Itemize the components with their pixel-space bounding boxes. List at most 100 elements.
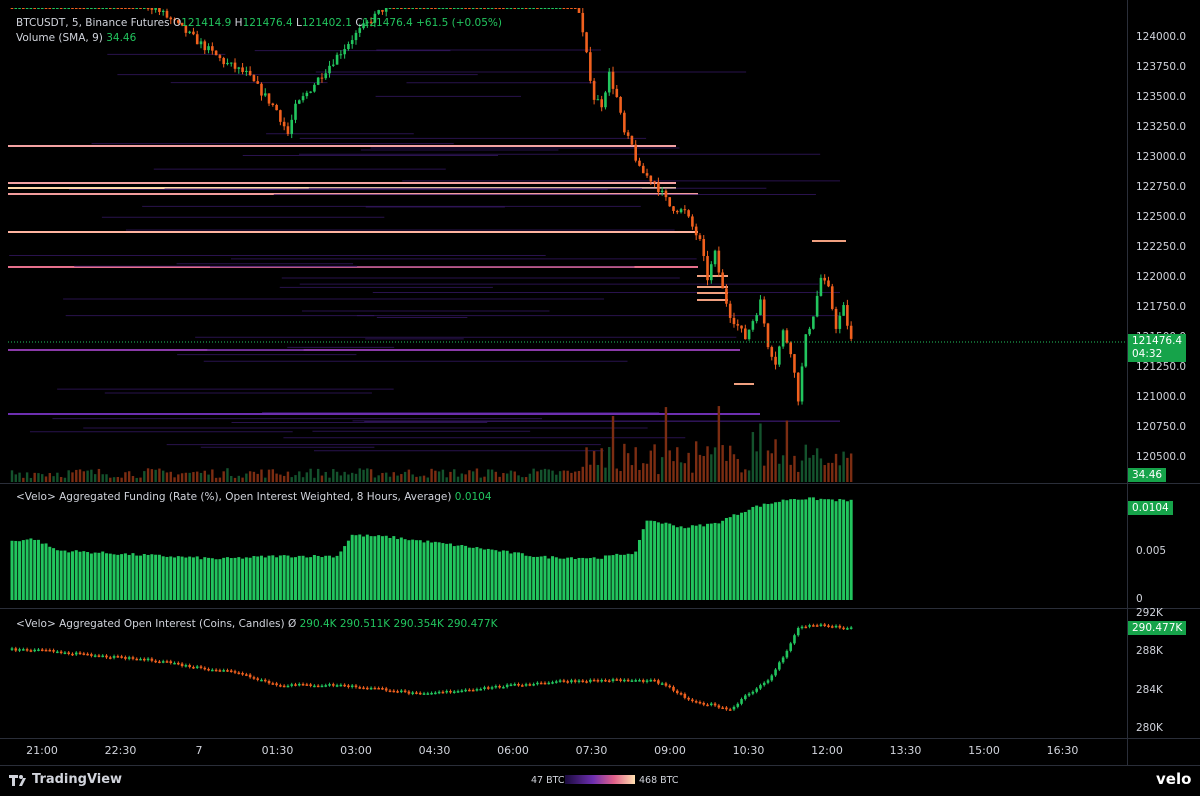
volume-bar (740, 472, 743, 482)
tradingview-logo-icon (9, 775, 26, 786)
oi-candle-body (294, 684, 297, 686)
funding-bar (422, 542, 426, 600)
symbol-legend[interactable]: BTCUSDT, 5, Binance Futures O121414.9 H1… (16, 17, 502, 29)
oi-candle-body (426, 693, 430, 695)
oi-candle-body (740, 699, 743, 704)
funding-bar (123, 553, 127, 600)
candle-body (460, 8, 464, 9)
candle-body (86, 8, 89, 9)
candle-body (279, 110, 282, 122)
oi-candle-body (804, 626, 808, 629)
candle-body (577, 8, 581, 13)
volume-bar (226, 468, 229, 482)
candle-body (804, 334, 808, 367)
oi-candle-body (653, 679, 656, 682)
candle-body (827, 280, 830, 287)
volume-bar (834, 453, 838, 482)
volume-bar (48, 473, 51, 482)
funding-bar (350, 534, 354, 600)
oi-candle-body (702, 702, 706, 705)
volume-bar (827, 462, 830, 482)
funding-bar (248, 557, 252, 600)
volume-bar (373, 477, 377, 482)
volume-bar (233, 477, 237, 482)
funding-bar (672, 525, 675, 600)
oi-candle-body (721, 707, 724, 710)
funding-bar (112, 554, 116, 600)
funding-bar (358, 534, 362, 600)
volume-bar (290, 477, 293, 482)
oi-candle-body (169, 661, 173, 664)
funding-legend[interactable]: <Velo> Aggregated Funding (Rate (%), Ope… (16, 491, 492, 503)
candle-body (619, 97, 622, 113)
oi-candle-body (657, 680, 660, 684)
funding-bar (785, 500, 789, 600)
volume-bar (679, 462, 683, 482)
volume-bar (196, 471, 199, 482)
oi-candle-body (343, 684, 346, 687)
oi-candle-body (347, 685, 350, 688)
candle-body (634, 144, 637, 161)
funding-bar (203, 557, 207, 600)
funding-bar (490, 549, 494, 600)
volume-bar (581, 466, 584, 482)
volume-bar (282, 475, 286, 482)
oi-candle-body (396, 691, 399, 693)
funding-bar (679, 526, 683, 600)
candle-body (252, 75, 256, 82)
volume-legend[interactable]: Volume (SMA, 9) 34.46 (16, 32, 136, 44)
volume-bar (328, 477, 331, 482)
oi-candle-body (766, 680, 770, 683)
funding-bar (278, 555, 282, 600)
funding-bar (36, 539, 40, 600)
volume-bar (332, 469, 335, 482)
candle-body (328, 65, 331, 74)
price-tick-label: 124000.0 (1136, 31, 1187, 43)
oi-tick-label: 284K (1136, 683, 1163, 696)
tradingview-brand[interactable]: TradingView (32, 772, 122, 787)
funding-bar (244, 557, 248, 600)
funding-bar (656, 522, 660, 600)
candle-body (532, 8, 535, 9)
funding-bar (845, 501, 849, 600)
oi-candle-body (664, 683, 668, 686)
candle-body (675, 210, 679, 213)
volume-bar (543, 468, 547, 482)
candle-body (494, 8, 498, 9)
candle-body (388, 8, 392, 9)
funding-bar (675, 527, 679, 600)
funding-bar (819, 498, 823, 600)
volume-bar (744, 469, 747, 482)
volume-bar (415, 476, 418, 482)
volume-bar (400, 474, 403, 482)
oi-candle-body (248, 674, 252, 678)
funding-bar (225, 557, 229, 600)
oi-legend[interactable]: <Velo> Aggregated Open Interest (Coins, … (16, 618, 498, 630)
volume-bar (479, 477, 482, 482)
volume-bar (29, 477, 33, 482)
oi-candle-body (713, 703, 717, 706)
candle-body (800, 366, 804, 402)
volume-bar (585, 447, 588, 482)
funding-bar (607, 555, 611, 600)
oi-candle-body (22, 649, 25, 651)
oi-candle-body (638, 680, 641, 682)
funding-bar (259, 555, 263, 600)
volume-bar (180, 473, 184, 482)
candle-body (377, 10, 380, 14)
funding-bar (471, 547, 475, 600)
funding-bar (396, 539, 400, 600)
volume-bar (59, 476, 63, 482)
oi-open: 290.4K (299, 618, 337, 630)
velo-brand[interactable]: velo (1156, 770, 1191, 788)
volume-bar (313, 477, 316, 482)
oi-candle-body (59, 651, 63, 654)
funding-tick-label: 0 (1136, 593, 1143, 605)
volume-bar (849, 453, 853, 482)
candle-body (116, 8, 120, 9)
funding-bar (256, 556, 260, 600)
funding-bar (229, 558, 233, 600)
volume-bar (657, 474, 660, 482)
oi-candle-body (517, 683, 520, 686)
volume-bar (785, 420, 789, 482)
